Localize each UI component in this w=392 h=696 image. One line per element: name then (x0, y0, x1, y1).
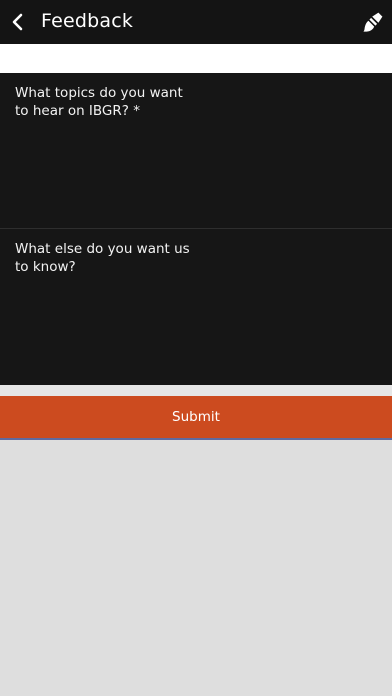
app-header: Feedback (0, 0, 392, 44)
feedback-screen: Feedback What topics do you want to hear… (0, 0, 392, 696)
empty-area (0, 440, 392, 696)
page-title: Feedback (41, 10, 134, 32)
comments-label: What else do you want us to know? (15, 241, 190, 275)
chevron-left-icon (12, 13, 23, 31)
topics-textarea[interactable]: What topics do you want to hear on IBGR?… (0, 73, 392, 229)
back-button[interactable] (4, 6, 32, 38)
submit-button[interactable]: Submit (0, 396, 392, 440)
comments-textarea[interactable]: What else do you want us to know? (0, 229, 392, 385)
topics-label: What topics do you want to hear on IBGR?… (15, 85, 183, 119)
feedback-form: What topics do you want to hear on IBGR?… (0, 73, 392, 385)
header-divider-bar (0, 44, 392, 73)
theme-button[interactable] (358, 7, 388, 37)
form-spacer (0, 385, 392, 396)
paintbrush-icon (363, 12, 383, 32)
